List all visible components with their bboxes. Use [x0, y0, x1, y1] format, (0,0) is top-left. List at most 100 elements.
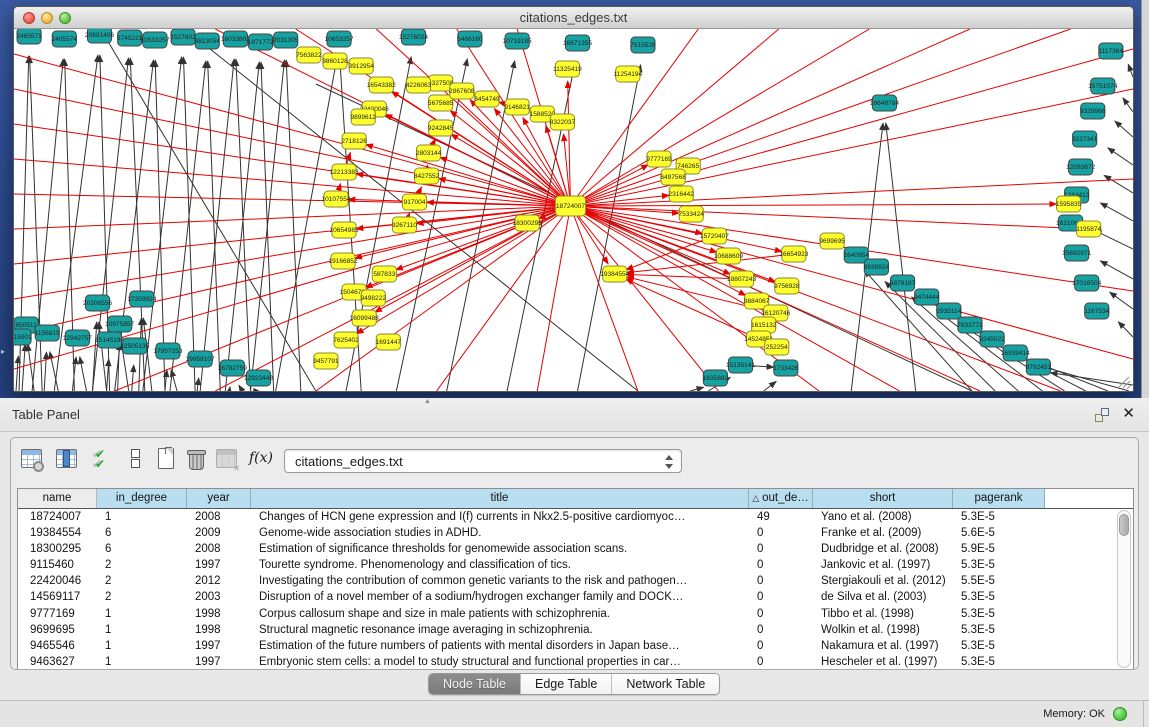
cell-name[interactable]: 18300295: [18, 541, 97, 557]
network-node[interactable]: 4226063: [406, 77, 432, 93]
column-header-title[interactable]: title: [251, 489, 749, 508]
network-node[interactable]: 2031305: [273, 32, 299, 48]
cell-out_de[interactable]: 0: [749, 638, 813, 654]
network-edge[interactable]: [14, 206, 570, 299]
cell-in_degree[interactable]: 6: [97, 541, 187, 557]
tab-edge-table[interactable]: Edge Table: [521, 674, 612, 694]
network-node[interactable]: 8454749: [474, 91, 500, 107]
network-edge[interactable]: [215, 206, 570, 391]
cell-pagerank[interactable]: 5.3E-5: [953, 638, 1045, 654]
network-edge[interactable]: [627, 254, 794, 273]
cell-year[interactable]: 1997: [187, 654, 251, 670]
cell-year[interactable]: 2003: [187, 589, 251, 605]
cell-in_degree[interactable]: 1: [97, 509, 187, 525]
network-node[interactable]: 6879197: [890, 275, 916, 291]
cell-in_degree[interactable]: 1: [97, 654, 187, 670]
network-canvas[interactable]: 2465571240557420691406874522110533257152…: [14, 29, 1133, 391]
network-node[interactable]: 1195874: [1076, 221, 1101, 237]
network-edge[interactable]: [1100, 203, 1133, 221]
memory-status-indicator[interactable]: [1113, 707, 1127, 721]
network-edge[interactable]: [690, 387, 704, 391]
network-node[interactable]: 10653257: [324, 31, 353, 47]
network-node[interactable]: 9227341: [1072, 131, 1098, 147]
network-node[interactable]: 1635882: [703, 370, 729, 386]
network-node[interactable]: 1733426: [773, 360, 799, 376]
table-row[interactable]: 977716911998Corpus callosum shape and si…: [18, 606, 1133, 622]
network-node[interactable]: 9860128: [322, 53, 348, 69]
cell-in_degree[interactable]: 2: [97, 589, 187, 605]
cell-short[interactable]: Stergiakouli et al. (2012): [813, 573, 953, 589]
network-node[interactable]: 7625402: [333, 332, 359, 348]
network-node[interactable]: 11254194: [614, 66, 643, 82]
network-node[interactable]: 2405574: [52, 31, 78, 47]
network-edge[interactable]: [183, 57, 195, 391]
left-panel-collapse-handle[interactable]: ▸: [1, 347, 5, 356]
network-edge[interactable]: [107, 359, 109, 391]
cell-name[interactable]: 9777169: [18, 606, 97, 622]
network-node[interactable]: 3915901: [14, 329, 32, 345]
cell-in_degree[interactable]: 2: [97, 573, 187, 589]
network-node[interactable]: 252254: [765, 339, 789, 355]
network-edge[interactable]: [1110, 292, 1133, 309]
network-edge[interactable]: [1123, 98, 1133, 112]
table-vertical-scrollbar[interactable]: [1117, 510, 1131, 668]
network-node[interactable]: 19958107: [186, 351, 215, 367]
network-node[interactable]: 10533257: [140, 32, 169, 48]
network-node[interactable]: 2867608: [449, 83, 475, 99]
cell-pagerank[interactable]: 5.5E-5: [953, 573, 1045, 589]
table-row[interactable]: 911546021997Tourette syndrome. Phenomeno…: [18, 557, 1133, 573]
network-edge[interactable]: [22, 344, 25, 391]
table-row[interactable]: 1872400712008Changes of HCN gene express…: [18, 509, 1133, 525]
cell-name[interactable]: 18724007: [18, 509, 97, 525]
cell-in_degree[interactable]: 1: [97, 638, 187, 654]
network-node[interactable]: 10688609: [714, 248, 743, 264]
network-node[interactable]: 9756928: [774, 278, 800, 294]
network-node[interactable]: 11325419: [553, 61, 582, 77]
network-node[interactable]: 2465571: [16, 29, 42, 44]
network-edge[interactable]: [239, 385, 243, 391]
cell-pagerank[interactable]: 5.3E-5: [953, 606, 1045, 622]
network-edge[interactable]: [208, 61, 221, 391]
float-panel-icon[interactable]: [1095, 408, 1109, 422]
network-node[interactable]: 17359924: [127, 291, 156, 307]
network-node[interactable]: 20206556: [83, 295, 112, 311]
table-row[interactable]: 2242004622012Investigating the contribut…: [18, 573, 1133, 589]
network-edge[interactable]: [250, 60, 284, 391]
network-node[interactable]: 1156819: [35, 325, 60, 341]
network-edge[interactable]: [764, 381, 777, 391]
network-node[interactable]: 18724007: [555, 196, 585, 216]
network-node[interactable]: 9329966: [1080, 103, 1106, 119]
trash-icon[interactable]: [186, 448, 208, 470]
cell-out_de[interactable]: 0: [749, 622, 813, 638]
network-node[interactable]: 7563822: [296, 47, 322, 63]
cell-pagerank[interactable]: 5.3E-5: [953, 622, 1045, 638]
cell-out_de[interactable]: 0: [749, 573, 813, 589]
network-node[interactable]: 7533424: [679, 206, 705, 222]
cell-short[interactable]: Jankovic et al. (1997): [813, 557, 953, 573]
network-node[interactable]: 16543382: [367, 77, 396, 93]
network-node[interactable]: 8745221: [117, 30, 143, 46]
cell-name[interactable]: 9465546: [18, 638, 97, 654]
cell-name[interactable]: 22420046: [18, 573, 97, 589]
network-node[interactable]: 8322037: [550, 114, 576, 130]
network-edge[interactable]: [1100, 261, 1133, 279]
table-selector-dropdown[interactable]: citations_edges.txt: [284, 449, 682, 473]
network-node[interactable]: 9777169: [646, 151, 672, 167]
network-node[interactable]: 17957253: [153, 343, 182, 359]
cell-title[interactable]: Tourette syndrome. Phenomenology and cla…: [251, 557, 749, 573]
cell-out_de[interactable]: 0: [749, 525, 813, 541]
network-node[interactable]: 18300295: [513, 215, 542, 231]
function-icon[interactable]: f(x): [249, 450, 273, 472]
cell-year[interactable]: 1997: [187, 638, 251, 654]
network-node[interactable]: 9498222: [361, 290, 387, 306]
network-node[interactable]: 16782759: [218, 360, 247, 376]
network-edge[interactable]: [165, 370, 167, 391]
network-edge[interactable]: [570, 49, 1133, 206]
cell-title[interactable]: Investigating the contribution of common…: [251, 573, 749, 589]
network-edge[interactable]: [1104, 175, 1133, 193]
network-node[interactable]: 12505135: [120, 338, 149, 354]
network-edge[interactable]: [44, 352, 46, 391]
splitter-collapse-icon[interactable]: ▲: [424, 398, 431, 405]
network-edge[interactable]: [1128, 64, 1133, 77]
network-edge[interactable]: [171, 370, 177, 391]
